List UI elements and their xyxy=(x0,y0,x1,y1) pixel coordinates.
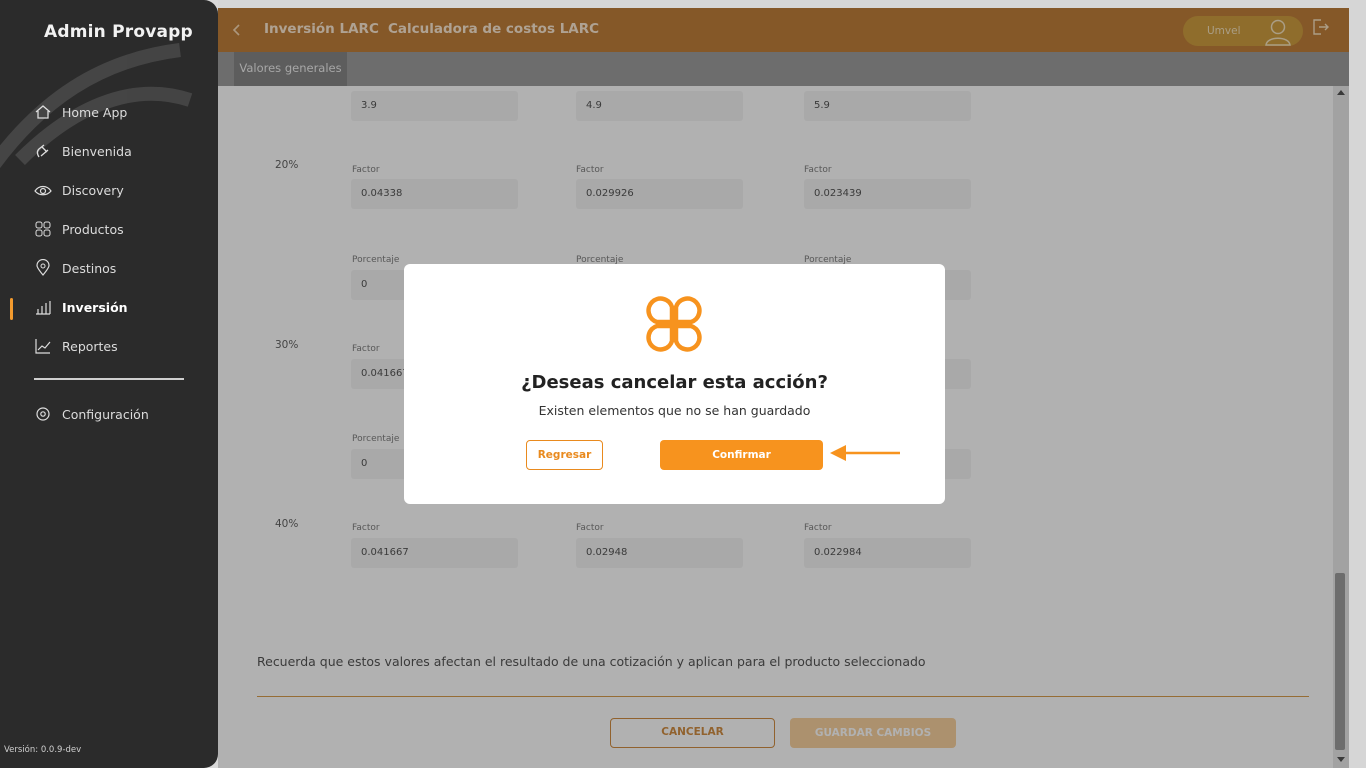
sidebar: Admin Provapp Home App Bienvenida Discov… xyxy=(0,0,218,768)
sidebar-item-label: Destinos xyxy=(62,260,117,276)
regresar-button[interactable]: Regresar xyxy=(526,440,603,470)
header-notch xyxy=(474,0,488,8)
sidebar-item-label: Productos xyxy=(62,221,124,237)
sidebar-item-productos[interactable]: Productos xyxy=(34,220,124,238)
grid-icon xyxy=(34,220,52,238)
sidebar-item-destinos[interactable]: Destinos xyxy=(34,259,116,277)
active-indicator xyxy=(10,298,13,320)
line-chart-icon xyxy=(34,337,52,355)
sidebar-item-reportes[interactable]: Reportes xyxy=(34,337,118,355)
sidebar-item-label: Configuración xyxy=(62,406,149,422)
app-brand: Admin Provapp xyxy=(44,22,193,42)
sidebar-item-discovery[interactable]: Discovery xyxy=(34,181,124,199)
gear-icon xyxy=(34,405,52,423)
sidebar-item-label: Bienvenida xyxy=(62,143,132,159)
sidebar-item-label: Inversión xyxy=(62,299,128,315)
dialog-message: Existen elementos que no se han guardado xyxy=(538,403,811,418)
clover-logo-icon xyxy=(646,296,702,352)
sidebar-item-label: Home App xyxy=(62,104,128,120)
eye-icon xyxy=(34,181,52,199)
confirmar-button[interactable]: Confirmar xyxy=(660,440,823,470)
sidebar-item-label: Discovery xyxy=(62,182,124,198)
sidebar-item-inversion[interactable]: Inversión xyxy=(34,298,128,316)
window-right-strip xyxy=(1349,8,1366,768)
sidebar-divider xyxy=(34,378,184,380)
sidebar-item-home-app[interactable]: Home App xyxy=(34,103,127,121)
confirm-cancel-dialog: ¿Deseas cancelar esta acción? Existen el… xyxy=(404,264,945,504)
map-pin-icon xyxy=(34,259,52,277)
dialog-title: ¿Deseas cancelar esta acción? xyxy=(521,372,828,393)
app-version: Versión: 0.0.9-dev xyxy=(4,745,82,755)
sidebar-item-bienvenida[interactable]: Bienvenida xyxy=(34,142,132,160)
pointer-arrow-icon xyxy=(830,445,900,461)
hand-wave-icon xyxy=(34,142,52,160)
sidebar-item-configuracion[interactable]: Configuración xyxy=(34,405,149,423)
window-top-strip xyxy=(218,0,1366,8)
bar-chart-icon xyxy=(34,298,52,316)
home-icon xyxy=(34,103,52,121)
sidebar-item-label: Reportes xyxy=(62,338,118,354)
